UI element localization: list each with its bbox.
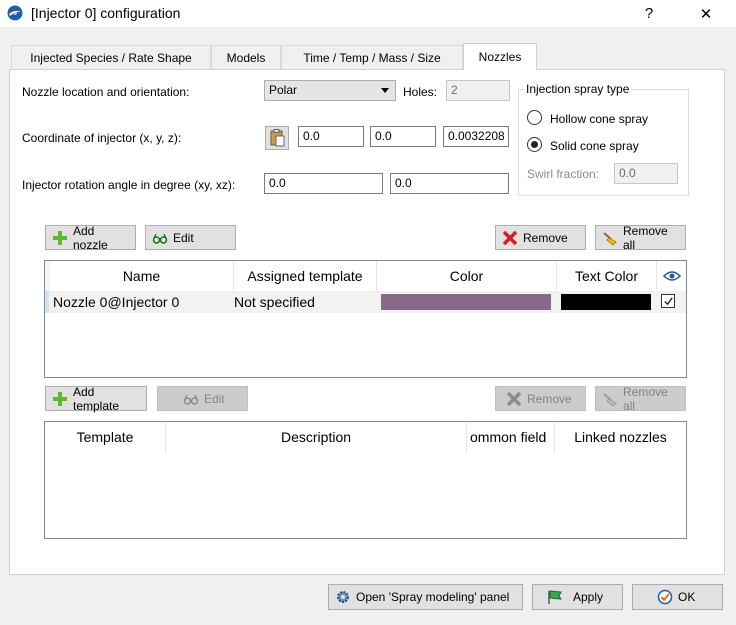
hollow-cone-label[interactable]: Hollow cone spray	[550, 112, 648, 126]
nozzle-row-visible-checkbox[interactable]	[661, 294, 675, 308]
rotation-label: Injector rotation angle in degree (xy, x…	[22, 178, 236, 192]
plus-icon	[52, 230, 68, 246]
coordinate-z-field[interactable]: 0.0032208	[443, 126, 509, 147]
tab-injected-species[interactable]: Injected Species / Rate Shape	[11, 45, 211, 69]
glasses-icon	[152, 230, 168, 246]
remove-x-icon	[502, 230, 518, 246]
nozzle-table: Name Assigned template Color Text Color …	[44, 260, 687, 378]
nozzle-row-name: Nozzle 0@Injector 0	[53, 294, 180, 310]
nozzle-table-header-text-color[interactable]: Text Color	[557, 261, 657, 290]
nozzle-location-value: Polar	[269, 83, 298, 97]
remove-template-button[interactable]: Remove	[495, 386, 586, 411]
nozzle-table-header-name[interactable]: Name	[50, 261, 234, 290]
coordinate-y-field[interactable]: 0.0	[370, 126, 436, 147]
edit-nozzle-label: Edit	[173, 230, 194, 245]
spray-type-title: Injection spray type	[524, 82, 632, 96]
holes-field[interactable]: 2	[446, 80, 510, 101]
apply-label: Apply	[573, 590, 604, 604]
open-spray-modeling-panel-label: Open 'Spray modeling' panel	[356, 590, 510, 604]
remove-all-templates-label: Remove all	[623, 384, 668, 413]
add-template-label: Add template	[73, 384, 120, 413]
app-logo-icon	[7, 5, 23, 21]
nozzle-row-text-color-swatch[interactable]	[561, 294, 651, 310]
remove-all-templates-button[interactable]: Remove all	[595, 384, 686, 413]
table-row[interactable]: Nozzle 0@Injector 0 Not specified	[45, 291, 686, 313]
add-nozzle-button[interactable]: Add nozzle	[45, 223, 136, 252]
add-nozzle-label: Add nozzle	[73, 223, 108, 252]
remove-all-nozzles-button[interactable]: Remove all	[595, 223, 686, 252]
flag-icon	[547, 589, 563, 605]
swirl-fraction-label: Swirl fraction:	[527, 167, 600, 181]
template-table-header-linked-nozzles[interactable]: Linked nozzles	[555, 422, 686, 451]
tab-time-temp-mass-size[interactable]: Time / Temp / Mass / Size	[281, 45, 463, 69]
rotation-xy-field[interactable]: 0.0	[264, 173, 383, 194]
nozzle-row-color-swatch[interactable]	[381, 294, 551, 310]
open-spray-modeling-panel-button[interactable]: Open 'Spray modeling' panel	[328, 584, 523, 610]
hollow-cone-radio[interactable]	[527, 110, 542, 125]
template-table-header-description[interactable]: Description	[166, 422, 467, 451]
ok-button[interactable]: OK	[632, 584, 723, 610]
coordinate-x-field[interactable]: 0.0	[298, 126, 364, 147]
nozzle-row-template: Not specified	[234, 294, 315, 310]
solid-cone-radio[interactable]	[527, 137, 542, 152]
help-button[interactable]: ?	[629, 0, 669, 27]
broom-icon	[602, 391, 618, 407]
coordinate-label: Coordinate of injector (x, y, z):	[22, 131, 182, 145]
nozzle-location-select[interactable]: Polar	[264, 80, 396, 101]
apply-button[interactable]: Apply	[532, 584, 623, 610]
edit-template-button[interactable]: Edit	[157, 386, 248, 411]
remove-all-nozzles-label: Remove all	[623, 223, 668, 252]
plus-icon	[52, 391, 68, 407]
paste-button[interactable]	[265, 126, 289, 150]
holes-label: Holes:	[403, 85, 438, 99]
nozzle-location-label: Nozzle location and orientation:	[22, 85, 190, 99]
add-template-button[interactable]: Add template	[45, 384, 147, 413]
solid-cone-label[interactable]: Solid cone spray	[550, 139, 639, 153]
swirl-fraction-field[interactable]: 0.0	[614, 163, 678, 184]
check-circle-icon	[657, 589, 673, 605]
rotation-xz-field[interactable]: 0.0	[390, 173, 509, 194]
nozzle-table-header-visibility[interactable]	[657, 261, 686, 290]
ok-label: OK	[678, 590, 696, 604]
template-table-header-common-field[interactable]: ommon field	[467, 422, 555, 451]
remove-nozzle-button[interactable]: Remove	[495, 225, 586, 250]
edit-template-label: Edit	[204, 391, 225, 406]
window-title: [Injector 0] configuration	[31, 5, 181, 21]
checkmark-icon	[663, 296, 673, 305]
remove-template-label: Remove	[527, 391, 572, 406]
close-button[interactable]: ✕	[686, 0, 726, 27]
remove-nozzle-label: Remove	[523, 230, 568, 245]
template-table: Template Description ommon field Linked …	[44, 421, 687, 539]
clipboard-icon	[270, 129, 285, 147]
template-table-header-template[interactable]: Template	[45, 422, 166, 451]
eye-icon	[662, 270, 681, 281]
chevron-down-icon	[381, 88, 389, 93]
tab-models[interactable]: Models	[211, 45, 281, 69]
nozzle-table-header-color[interactable]: Color	[377, 261, 557, 290]
broom-icon	[602, 230, 618, 246]
edit-nozzle-button[interactable]: Edit	[145, 225, 236, 250]
gear-icon	[335, 589, 351, 605]
nozzle-table-header-template[interactable]: Assigned template	[234, 261, 377, 290]
remove-x-icon	[506, 391, 522, 407]
glasses-icon	[183, 391, 199, 407]
tab-nozzles[interactable]: Nozzles	[463, 43, 537, 70]
